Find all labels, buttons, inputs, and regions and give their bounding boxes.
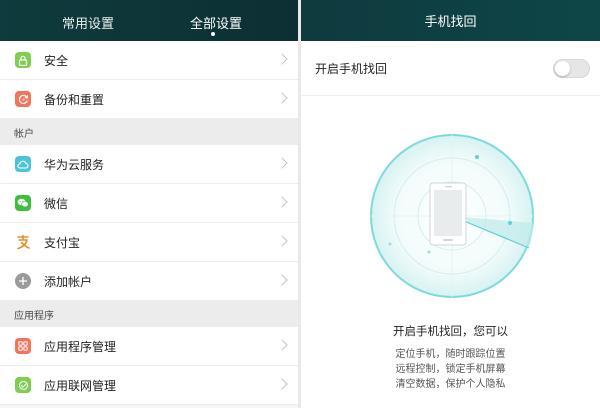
radar-dot	[508, 221, 512, 225]
settings-item-label: 微信	[44, 197, 69, 211]
radar-dot	[427, 250, 431, 254]
radar-illustration	[370, 134, 534, 298]
tab-all-settings[interactable]: 全部设置	[190, 13, 242, 32]
settings-panel: 常用设置 全部设置 安全 备份和重置 帐户 华为云服务 微信 支付宝 添加帐户 …	[0, 0, 298, 408]
settings-item-network-management[interactable]: 应用联网管理	[0, 366, 298, 405]
active-tab-indicator	[211, 32, 215, 36]
chevron-right-icon	[276, 235, 288, 247]
find-phone-header: 手机找回	[301, 0, 600, 41]
cloud-icon	[15, 156, 31, 172]
page-title: 手机找回	[424, 15, 477, 30]
feature-description-title: 开启手机找回，您可以	[393, 324, 508, 338]
lock-icon	[15, 52, 31, 68]
settings-item-security[interactable]: 安全	[0, 41, 298, 80]
settings-item-app-management[interactable]: 应用程序管理	[0, 327, 298, 366]
tab-common-settings[interactable]: 常用设置	[62, 13, 114, 32]
feature-description-line: 清空数据，保护个人隐私	[395, 379, 506, 390]
wechat-icon	[15, 195, 31, 211]
toggle-label: 开启手机找回	[315, 62, 388, 76]
settings-item-label: 华为云服务	[44, 158, 105, 172]
grid-icon	[15, 338, 31, 354]
settings-item-wechat[interactable]: 微信	[0, 184, 298, 223]
settings-item-label: 安全	[44, 54, 69, 68]
find-phone-switch[interactable]	[553, 59, 590, 78]
chevron-right-icon	[276, 378, 288, 390]
chevron-right-icon	[276, 339, 288, 351]
settings-item-label: 应用联网管理	[44, 379, 117, 393]
settings-header: 常用设置 全部设置	[0, 0, 298, 41]
settings-item-backup-reset[interactable]: 备份和重置	[0, 80, 298, 119]
settings-item-label: 应用程序管理	[44, 340, 117, 354]
feature-description-line: 定位手机，随时跟踪位置	[395, 349, 506, 360]
backup-icon	[15, 91, 31, 107]
settings-item-alipay[interactable]: 支付宝	[0, 223, 298, 262]
radar-dot	[388, 242, 392, 246]
alipay-icon	[15, 234, 31, 250]
settings-item-huawei-cloud[interactable]: 华为云服务	[0, 145, 298, 184]
chevron-right-icon	[276, 196, 288, 208]
chevron-right-icon	[276, 157, 288, 169]
section-header-accounts: 帐户	[0, 119, 298, 145]
find-phone-panel: 手机找回 开启手机找回 开启手机找回，您可以 定位手机，随时跟踪位置 远程控制，…	[301, 0, 600, 408]
switch-knob	[555, 61, 570, 76]
chevron-right-icon	[276, 274, 288, 286]
settings-item-label: 备份和重置	[44, 93, 105, 107]
section-header-apps: 应用程序	[0, 301, 298, 327]
settings-item-label: 添加帐户	[44, 275, 93, 289]
feature-description-line: 远程控制，锁定手机屏幕	[395, 364, 506, 375]
phone-icon	[429, 182, 467, 246]
find-phone-toggle-row[interactable]: 开启手机找回	[301, 41, 600, 96]
chevron-right-icon	[276, 53, 288, 65]
plus-icon	[15, 273, 31, 289]
settings-item-label: 支付宝	[44, 236, 81, 250]
radar-dot	[475, 155, 479, 159]
network-icon	[15, 377, 31, 393]
chevron-right-icon	[276, 92, 288, 104]
settings-item-add-account[interactable]: 添加帐户	[0, 262, 298, 301]
